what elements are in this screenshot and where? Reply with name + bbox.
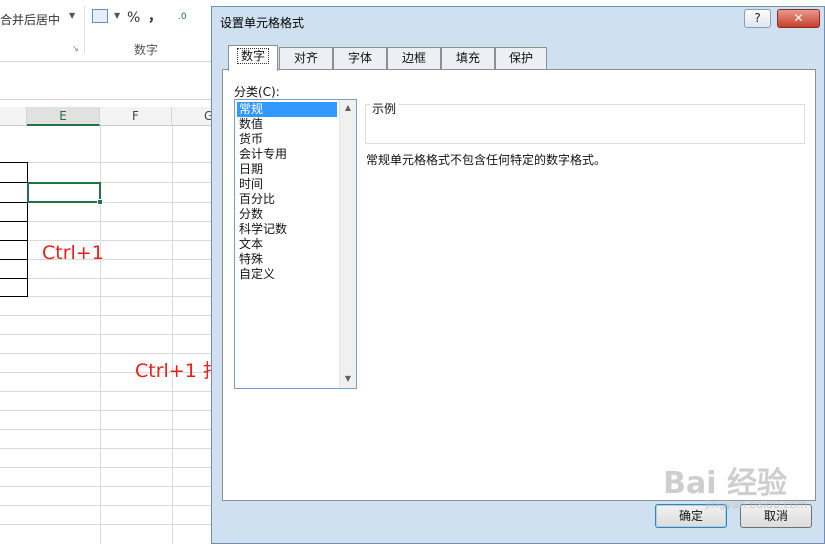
- tab-border[interactable]: 边框: [387, 47, 441, 70]
- tab-protection[interactable]: 保护: [495, 47, 547, 70]
- grid-line: [0, 240, 215, 241]
- ribbon-separator: [84, 6, 85, 54]
- tab-number[interactable]: 数字: [228, 45, 278, 71]
- grid-line: [172, 126, 173, 544]
- annotation-shortcut: Ctrl+1: [42, 242, 104, 264]
- grid-line: [0, 467, 215, 468]
- grid-line: [0, 448, 215, 449]
- sample-box: [365, 104, 805, 144]
- column-header-d[interactable]: [0, 107, 27, 126]
- dialog-title: 设置单元格格式: [220, 16, 305, 30]
- category-item-accounting[interactable]: 会计专用: [237, 147, 337, 162]
- format-description: 常规单元格格式不包含任何特定的数字格式。: [366, 153, 607, 167]
- dialog-titlebar[interactable]: 设置单元格格式 ? ✕: [212, 7, 824, 35]
- category-item-general[interactable]: 常规: [237, 102, 337, 117]
- cell-border: [0, 259, 28, 260]
- cell-border: [0, 296, 28, 297]
- grid-line: [0, 278, 215, 279]
- category-item-percentage[interactable]: 百分比: [237, 192, 337, 207]
- number-group-label: 数字: [134, 43, 159, 57]
- category-item-number[interactable]: 数值: [237, 117, 337, 132]
- grid-line: [0, 391, 215, 392]
- sample-label: 示例: [370, 100, 399, 117]
- grid-line: [0, 524, 215, 525]
- baidu-watermark-url: jingyan.baidu.com: [705, 498, 807, 511]
- tab-font[interactable]: 字体: [333, 47, 387, 70]
- fill-handle[interactable]: [97, 199, 103, 205]
- cell-border: [0, 240, 28, 241]
- screen: 合并后居中 ▼ ▼ % ， .0 数字 ↘ 填充 E F G: [0, 0, 825, 544]
- cell-border: [0, 202, 28, 203]
- grid-line: [0, 259, 215, 260]
- grid-line: [0, 410, 215, 411]
- scroll-down-icon[interactable]: ▼: [340, 371, 356, 387]
- category-item-text[interactable]: 文本: [237, 237, 337, 252]
- cell-border: [0, 182, 28, 183]
- category-item-custom[interactable]: 自定义: [237, 267, 337, 282]
- currency-dropdown-icon[interactable]: ▼: [114, 11, 120, 20]
- grid-line: [0, 353, 215, 354]
- category-item-scientific[interactable]: 科学记数: [237, 222, 337, 237]
- grid-line: [0, 486, 215, 487]
- tab-alignment[interactable]: 对齐: [279, 47, 333, 70]
- category-item-date[interactable]: 日期: [237, 162, 337, 177]
- increase-decimal-button[interactable]: .0: [178, 12, 187, 22]
- comma-button[interactable]: ，: [148, 6, 162, 26]
- cell-border: [0, 162, 28, 163]
- category-item-currency[interactable]: 货币: [237, 132, 337, 147]
- percent-button[interactable]: %: [127, 10, 140, 26]
- scroll-up-icon[interactable]: ▲: [340, 100, 356, 116]
- category-item-fraction[interactable]: 分数: [237, 207, 337, 222]
- dialog-launcher-icon[interactable]: ↘: [72, 44, 79, 53]
- merge-dropdown-icon[interactable]: ▼: [69, 11, 75, 20]
- grid-line: [0, 334, 215, 335]
- help-button[interactable]: ?: [744, 9, 771, 28]
- grid-line: [0, 315, 215, 316]
- column-header-f[interactable]: F: [100, 107, 172, 126]
- close-button[interactable]: ✕: [777, 9, 820, 28]
- tab-fill[interactable]: 填充: [441, 47, 495, 70]
- cell-border: [0, 221, 28, 222]
- column-header-e[interactable]: E: [27, 107, 100, 126]
- cell-border: [0, 278, 28, 279]
- category-item-time[interactable]: 时间: [237, 177, 337, 192]
- merge-center-button[interactable]: 合并后居中: [0, 11, 60, 28]
- currency-format-icon[interactable]: [92, 9, 108, 23]
- baidu-watermark-logo: Bai 经验: [663, 466, 787, 501]
- category-item-special[interactable]: 特殊: [237, 252, 337, 267]
- tab-number-label: 数字: [236, 48, 269, 64]
- selected-cell[interactable]: [27, 182, 101, 203]
- category-list[interactable]: 常规 数值 货币 会计专用 日期 时间 百分比 分数 科学记数 文本 特殊 自定…: [234, 99, 357, 389]
- category-scrollbar[interactable]: ▲ ▼: [339, 100, 356, 388]
- category-label: 分类(C):: [234, 85, 280, 99]
- grid-line: [0, 296, 215, 297]
- grid-line: [0, 162, 215, 163]
- grid-line: [0, 429, 215, 430]
- grid-line: [0, 221, 215, 222]
- grid-line: [0, 505, 215, 506]
